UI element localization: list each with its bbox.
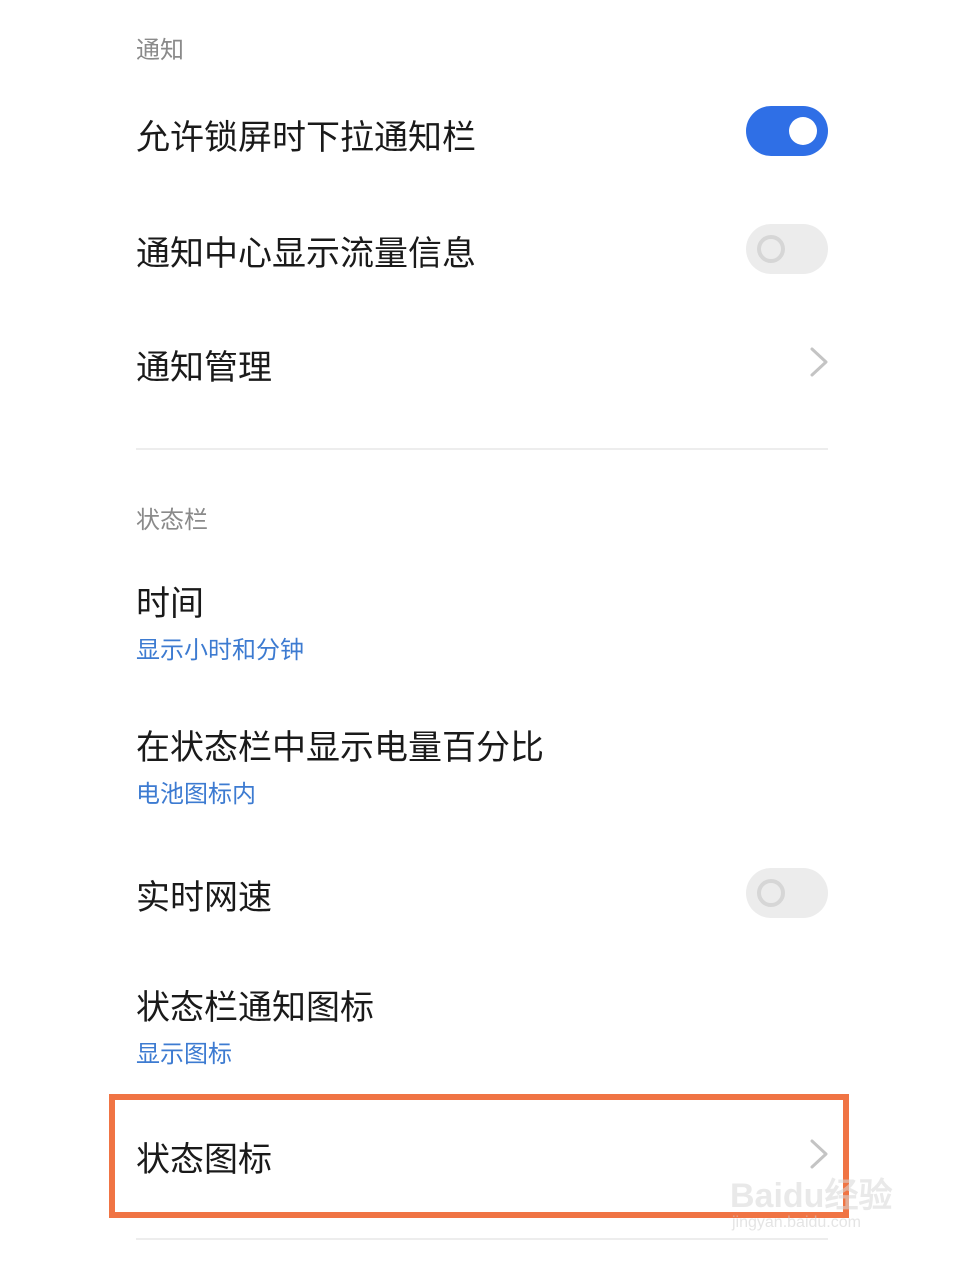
setting-row-battery-percentage[interactable]: 在状态栏中显示电量百分比 电池图标内	[0, 714, 953, 814]
setting-title: 状态栏通知图标	[136, 988, 374, 1028]
section-header-statusbar: 状态栏	[136, 506, 208, 534]
setting-title: 通知中心显示流量信息	[136, 234, 476, 274]
setting-title: 实时网速	[136, 878, 272, 918]
setting-title: 允许锁屏时下拉通知栏	[136, 118, 476, 158]
bottom-divider	[136, 1238, 828, 1240]
toggle-knob	[789, 117, 817, 145]
chevron-right-icon	[810, 347, 828, 377]
toggle-knob	[757, 879, 785, 907]
setting-row-statusbar-notification-icons[interactable]: 状态栏通知图标 显示图标	[0, 974, 953, 1074]
setting-row-network-speed[interactable]: 实时网速	[0, 856, 953, 930]
setting-title: 时间	[136, 584, 204, 624]
setting-row-traffic-info[interactable]: 通知中心显示流量信息	[0, 212, 953, 286]
section-header-notifications: 通知	[136, 36, 184, 64]
watermark-url: jingyan.baidu.com	[732, 1214, 861, 1231]
baidu-jingyan-watermark: Baidu经验 jingyan.baidu.com	[730, 1168, 930, 1248]
settings-screen: 通知 允许锁屏时下拉通知栏 通知中心显示流量信息 通知管理 状态栏 时间 显示小…	[0, 0, 953, 1269]
lockscreen-pulldown-toggle[interactable]	[746, 106, 828, 156]
setting-subtitle: 显示小时和分钟	[136, 636, 304, 664]
network-speed-toggle[interactable]	[746, 868, 828, 918]
setting-row-time[interactable]: 时间 显示小时和分钟	[0, 570, 953, 670]
traffic-info-toggle[interactable]	[746, 224, 828, 274]
toggle-knob	[757, 235, 785, 263]
setting-title: 通知管理	[136, 348, 272, 388]
setting-row-notification-management[interactable]: 通知管理	[0, 326, 953, 400]
setting-row-lockscreen-pulldown[interactable]: 允许锁屏时下拉通知栏	[0, 96, 953, 170]
watermark-logo-text: Baidu经验	[730, 1177, 893, 1215]
setting-subtitle: 显示图标	[136, 1040, 232, 1068]
section-divider	[136, 448, 828, 450]
setting-subtitle: 电池图标内	[136, 780, 256, 808]
setting-title: 在状态栏中显示电量百分比	[136, 728, 544, 768]
